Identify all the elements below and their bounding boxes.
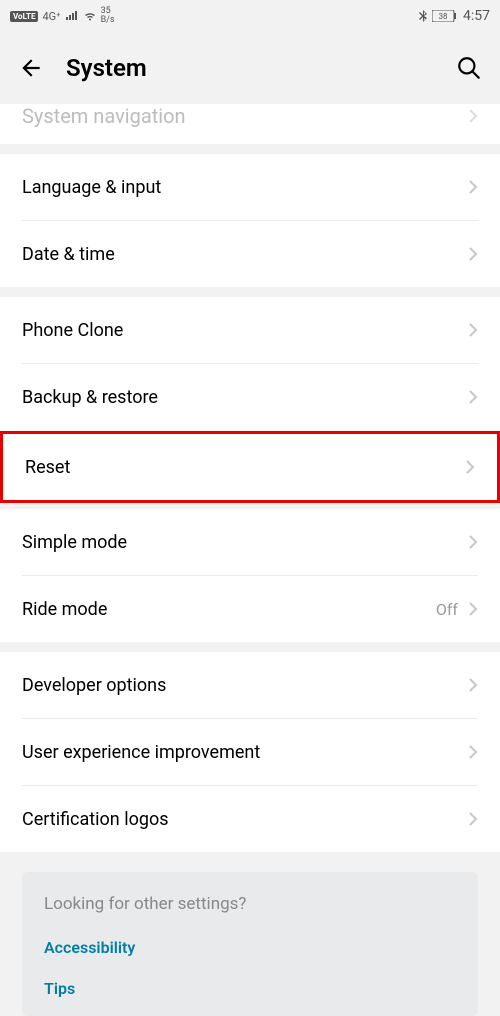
group-partial: System navigation xyxy=(0,104,500,144)
row-user-experience[interactable]: User experience improvement xyxy=(0,719,500,785)
chevron-right-icon xyxy=(468,389,478,405)
chevron-right-icon xyxy=(468,246,478,262)
row-value: Off xyxy=(436,600,458,619)
row-system-navigation[interactable]: System navigation xyxy=(0,104,500,144)
row-date-time[interactable]: Date & time xyxy=(0,221,500,287)
row-reset[interactable]: Reset xyxy=(3,434,497,500)
row-language-input[interactable]: Language & input xyxy=(0,154,500,220)
row-label: Date & time xyxy=(22,244,115,265)
search-icon[interactable] xyxy=(456,55,482,81)
wifi-icon xyxy=(83,11,97,21)
group-mode: Simple mode Ride mode Off xyxy=(0,509,500,642)
row-ride-mode[interactable]: Ride mode Off xyxy=(0,576,500,642)
group-dev: Developer options User experience improv… xyxy=(0,652,500,852)
link-accessibility[interactable]: Accessibility xyxy=(44,938,456,957)
row-label: Backup & restore xyxy=(22,387,158,408)
row-backup-restore[interactable]: Backup & restore xyxy=(0,364,500,430)
row-phone-clone[interactable]: Phone Clone xyxy=(0,297,500,363)
row-developer-options[interactable]: Developer options xyxy=(0,652,500,718)
row-right: Off xyxy=(436,600,478,619)
svg-text:38: 38 xyxy=(439,12,448,21)
row-label: Reset xyxy=(25,457,70,478)
network-indicator: 4G⁺ xyxy=(42,10,60,23)
status-right: 38 4:57 xyxy=(419,8,490,24)
chevron-right-icon xyxy=(468,108,478,124)
volte-badge: VoLTE xyxy=(10,11,38,22)
header: System xyxy=(0,32,500,104)
group-reset-highlighted: Reset xyxy=(0,431,500,503)
group-language: Language & input Date & time xyxy=(0,154,500,287)
row-label: Simple mode xyxy=(22,532,127,553)
row-label: Developer options xyxy=(22,675,166,696)
page-title: System xyxy=(66,54,434,82)
chevron-right-icon xyxy=(468,601,478,617)
row-label: Phone Clone xyxy=(22,320,123,341)
status-bar: VoLTE 4G⁺ 35 B/s 38 4:57 xyxy=(0,0,500,32)
chevron-right-icon xyxy=(468,744,478,760)
bluetooth-icon xyxy=(419,10,427,22)
signal-icon xyxy=(65,11,79,21)
row-label: System navigation xyxy=(22,104,186,128)
status-left: VoLTE 4G⁺ 35 B/s xyxy=(10,7,115,25)
chevron-right-icon xyxy=(465,459,475,475)
row-label: Ride mode xyxy=(22,599,107,620)
row-label: User experience improvement xyxy=(22,742,260,763)
row-label: Language & input xyxy=(22,177,161,198)
row-simple-mode[interactable]: Simple mode xyxy=(0,509,500,575)
other-settings-title: Looking for other settings? xyxy=(44,894,456,914)
row-certification-logos[interactable]: Certification logos xyxy=(0,786,500,852)
other-settings-card: Looking for other settings? Accessibilit… xyxy=(22,872,478,1016)
clock: 4:57 xyxy=(463,8,490,24)
chevron-right-icon xyxy=(468,179,478,195)
chevron-right-icon xyxy=(468,811,478,827)
battery-icon: 38 xyxy=(432,10,458,22)
chevron-right-icon xyxy=(468,534,478,550)
link-tips[interactable]: Tips xyxy=(44,979,456,998)
data-rate: 35 B/s xyxy=(101,7,115,25)
chevron-right-icon xyxy=(468,677,478,693)
row-label: Certification logos xyxy=(22,809,169,830)
group-clone: Phone Clone Backup & restore xyxy=(0,297,500,430)
chevron-right-icon xyxy=(468,322,478,338)
back-icon[interactable] xyxy=(18,55,44,81)
